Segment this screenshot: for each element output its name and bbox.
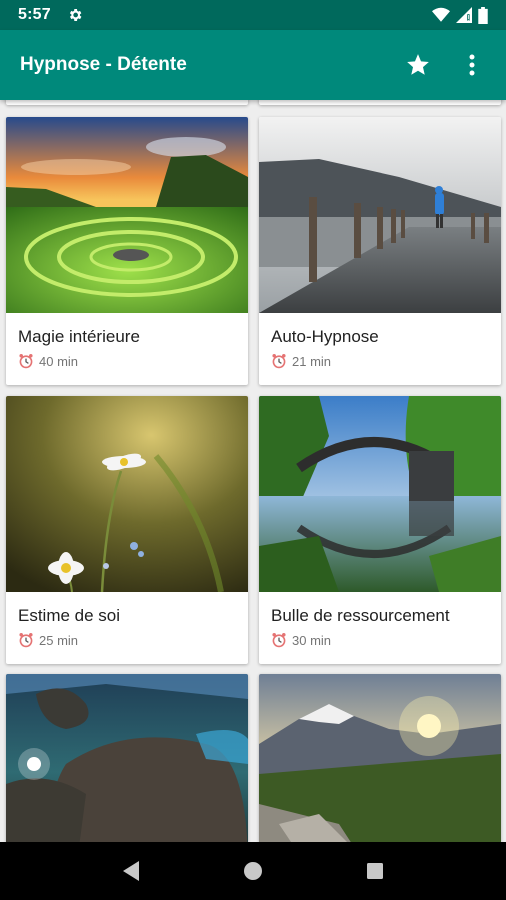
status-bar: 5:57 [0, 0, 506, 30]
card-auto-hypnose[interactable]: Auto-Hypnose 21 min [259, 117, 501, 385]
star-icon [407, 54, 429, 75]
back-icon [123, 861, 139, 881]
app-bar: Hypnose - Détente [0, 30, 506, 100]
card-image [259, 396, 501, 592]
overflow-menu-button[interactable] [458, 51, 486, 79]
card-estime-de-soi[interactable]: Estime de soi 25 min [6, 396, 248, 664]
back-button[interactable] [111, 851, 151, 891]
app-title: Hypnose - Détente [20, 54, 187, 75]
recents-icon [367, 863, 383, 879]
meditation-grid[interactable]: Magie intérieure 40 min Auto-Hypnose 21 … [0, 100, 506, 842]
gear-icon [69, 9, 82, 21]
alarm-clock-icon [272, 633, 286, 648]
home-button[interactable] [233, 851, 273, 891]
status-time: 5:57 [18, 6, 51, 23]
card-bulle-de-ressourcement[interactable]: Bulle de ressourcement 30 min [259, 396, 501, 664]
card-title: Bulle de ressourcement [271, 606, 450, 625]
alarm-clock-icon [19, 354, 33, 369]
card-partial-left[interactable] [6, 100, 248, 105]
card-title: Estime de soi [18, 606, 121, 625]
card-duration: 25 min [39, 632, 79, 648]
alarm-clock-icon [19, 633, 33, 648]
card-underwater-rocks[interactable] [6, 674, 248, 842]
card-mountain-sunrise[interactable] [259, 674, 501, 842]
more-vert-icon [469, 54, 475, 76]
card-image [6, 674, 248, 842]
card-title: Auto-Hypnose [271, 327, 379, 346]
alarm-clock-icon [272, 354, 286, 369]
system-navigation-bar [0, 842, 506, 900]
card-duration: 40 min [39, 353, 79, 369]
signal-icon [456, 7, 472, 23]
battery-icon [478, 6, 488, 24]
recents-button[interactable] [355, 851, 395, 891]
card-image [259, 117, 501, 313]
wifi-icon [432, 7, 450, 22]
card-image [6, 396, 248, 592]
card-partial-right[interactable] [259, 100, 501, 105]
card-title: Magie intérieure [18, 327, 140, 346]
card-duration: 21 min [292, 353, 332, 369]
card-image [6, 117, 248, 313]
card-duration: 30 min [292, 632, 332, 648]
card-image [259, 674, 501, 842]
card-magie-interieure[interactable]: Magie intérieure 40 min [6, 117, 248, 385]
favorites-button[interactable] [404, 51, 432, 79]
home-icon [244, 862, 262, 880]
